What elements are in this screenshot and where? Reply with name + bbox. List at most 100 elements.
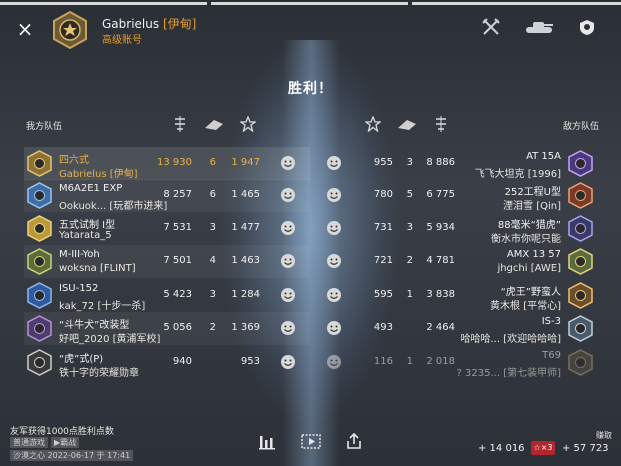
player-name: Ookuok... [玩都市进来] (59, 201, 168, 212)
player-name: kak_72 [十步一杀] (59, 301, 146, 312)
tank-name: ISU-152 (59, 283, 99, 294)
smile-icon[interactable] (326, 253, 342, 269)
xp-value: 955 (373, 157, 393, 168)
smile-icon[interactable] (280, 320, 296, 336)
kills-value: 1 (406, 289, 413, 300)
player-rank-badge-icon (567, 215, 594, 242)
player-name: ? 3235... [第七装甲师] (456, 368, 561, 379)
share-icon[interactable] (345, 432, 363, 450)
smile-icon[interactable] (280, 253, 296, 269)
enemy-damage-column-icon[interactable] (433, 116, 449, 132)
player-name: 湮泪雪 [Qin] (503, 201, 561, 212)
tank-name: AMX 13 57 (506, 249, 561, 260)
xp-earned: + 14 016 (478, 443, 525, 454)
enemy-kills-column-icon[interactable] (397, 116, 417, 132)
tank-name: “虎”式(P) (59, 354, 104, 365)
player-name: 飞飞大坦克 [1996] (474, 169, 561, 180)
kills-column-icon[interactable] (204, 116, 224, 132)
xp-multiplier-badge: ☆×3 (531, 441, 555, 455)
smile-icon[interactable] (326, 320, 342, 336)
crossed-swords-icon[interactable] (482, 18, 500, 36)
damage-value: 13 930 (157, 157, 192, 168)
damage-value: 4 781 (426, 255, 455, 266)
xp-value: 721 (373, 255, 393, 266)
tank-name: 四六式 (59, 155, 89, 166)
damage-value: 940 (172, 356, 192, 367)
my-team-row[interactable]: M-III-Yoh woksna [FLINT] 7 501 4 1 463 (24, 245, 310, 278)
player-rank-badge-icon (26, 349, 53, 376)
smile-icon[interactable] (280, 220, 296, 236)
xp-star-column-icon[interactable] (240, 116, 256, 132)
player-rank-badge-icon (26, 282, 53, 309)
my-team-row[interactable]: 五式试制 I型 Yatarata_5 7 531 3 1 477 (24, 212, 310, 245)
damage-value: 5 423 (163, 289, 192, 300)
player-rank-badge-icon (26, 182, 53, 209)
damage-value: 5 056 (163, 322, 192, 333)
rank-medal-icon (53, 10, 87, 50)
smile-icon[interactable] (326, 220, 342, 236)
my-team-row[interactable]: “斗牛犬”改装型 好吧_2020 [黄浦军校] 5 056 2 1 369 (24, 312, 310, 345)
tank-name: “虎王”野蛮人 (500, 287, 561, 298)
enemy-team-row[interactable]: 116 1 2 018 T69 ? 3235... [第七装甲师] (311, 346, 601, 379)
smile-icon[interactable] (326, 354, 342, 370)
player-name: 黄木根 [平常心] (490, 301, 561, 312)
tank-name: “斗牛犬”改装型 (59, 320, 130, 331)
enemy-team-row[interactable]: 955 3 8 886 AT 15A 飞飞大坦克 [1996] (311, 147, 601, 180)
player-rank-badge-icon (567, 150, 594, 177)
my-team-row[interactable]: ISU-152 kak_72 [十步一杀] 5 423 3 1 284 (24, 279, 310, 312)
enemy-team-row[interactable]: 493 2 464 IS-3 哈哈哈... [欢迎哈哈哈] (311, 312, 601, 345)
victory-title: 胜利！ (288, 81, 333, 97)
player-name: 衡水市你呢只能 (491, 234, 561, 245)
player-rank-badge-icon (567, 315, 594, 342)
xp-value: 116 (373, 356, 393, 367)
close-button[interactable]: × (14, 18, 36, 40)
damage-value: 3 838 (426, 289, 455, 300)
enemy-team-label: 敌方队伍 (563, 122, 600, 132)
map-date-text: 沙漠之心 2022-06-17 于 17:41 (10, 450, 134, 461)
player-rank-badge-icon (26, 215, 53, 242)
enemy-team-row[interactable]: 731 3 5 934 88毫米“猎虎” 衡水市你呢只能 (311, 212, 601, 245)
damage-value: 7 501 (163, 255, 192, 266)
smile-icon[interactable] (280, 354, 296, 370)
tank-icon[interactable] (524, 18, 554, 36)
smile-icon[interactable] (280, 187, 296, 203)
battle-type-tag: 普通游戏 (10, 437, 48, 448)
player-name: jhgchi [AWE] (497, 263, 561, 274)
smile-icon[interactable] (280, 155, 296, 171)
smile-icon[interactable] (280, 287, 296, 303)
replay-icon[interactable] (301, 432, 321, 450)
xp-value: 1 465 (231, 189, 260, 200)
my-team-row[interactable]: M6A2E1 EXP Ookuok... [玩都市进来] 8 257 6 1 465 (24, 179, 310, 212)
player-name: 好吧_2020 [黄浦军校] (59, 334, 161, 345)
smile-icon[interactable] (326, 187, 342, 203)
my-team-row[interactable]: 四六式 Gabrielus [伊甸] 13 930 6 1 947 (24, 147, 310, 180)
enemy-team-row[interactable]: 721 2 4 781 AMX 13 57 jhgchi [AWE] (311, 245, 601, 278)
victory-points-text: 友军获得1000点胜利点数 (10, 427, 114, 437)
player-name: 哈哈哈... [欢迎哈哈哈] (460, 334, 561, 345)
tank-name: 252工程U型 (504, 187, 561, 198)
player-rank-badge-icon (26, 150, 53, 177)
xp-value: 1 369 (231, 322, 260, 333)
credits-earned: + 57 723 (562, 443, 609, 454)
player-name: woksna [FLINT] (59, 263, 136, 274)
xp-value: 953 (240, 356, 260, 367)
enemy-xp-star-column-icon[interactable] (365, 116, 381, 132)
damage-column-icon[interactable] (172, 116, 188, 132)
tank-name: 88毫米“猎虎” (497, 220, 561, 231)
smile-icon[interactable] (326, 287, 342, 303)
smile-icon[interactable] (326, 155, 342, 171)
top-progress-lines (0, 0, 621, 6)
my-team-row[interactable]: “虎”式(P) 铁十字的荣耀勋章 940 953 (24, 346, 310, 379)
tank-name: M6A2E1 EXP (59, 183, 123, 194)
xp-value: 595 (373, 289, 393, 300)
platoon-icon[interactable] (578, 18, 596, 36)
kills-value: 6 (209, 189, 216, 200)
tank-name: 五式试制 I型 (59, 220, 116, 231)
enemy-team-row[interactable]: 780 5 6 775 252工程U型 湮泪雪 [Qin] (311, 179, 601, 212)
player-rank-badge-icon (26, 315, 53, 342)
player-name: Gabrielus [伊甸] (59, 169, 138, 180)
player-name: 铁十字的荣耀勋章 (59, 368, 139, 379)
damage-value: 7 531 (163, 222, 192, 233)
statistics-icon[interactable] (258, 432, 276, 450)
enemy-team-row[interactable]: 595 1 3 838 “虎王”野蛮人黄木根 [平常心] (311, 279, 601, 312)
